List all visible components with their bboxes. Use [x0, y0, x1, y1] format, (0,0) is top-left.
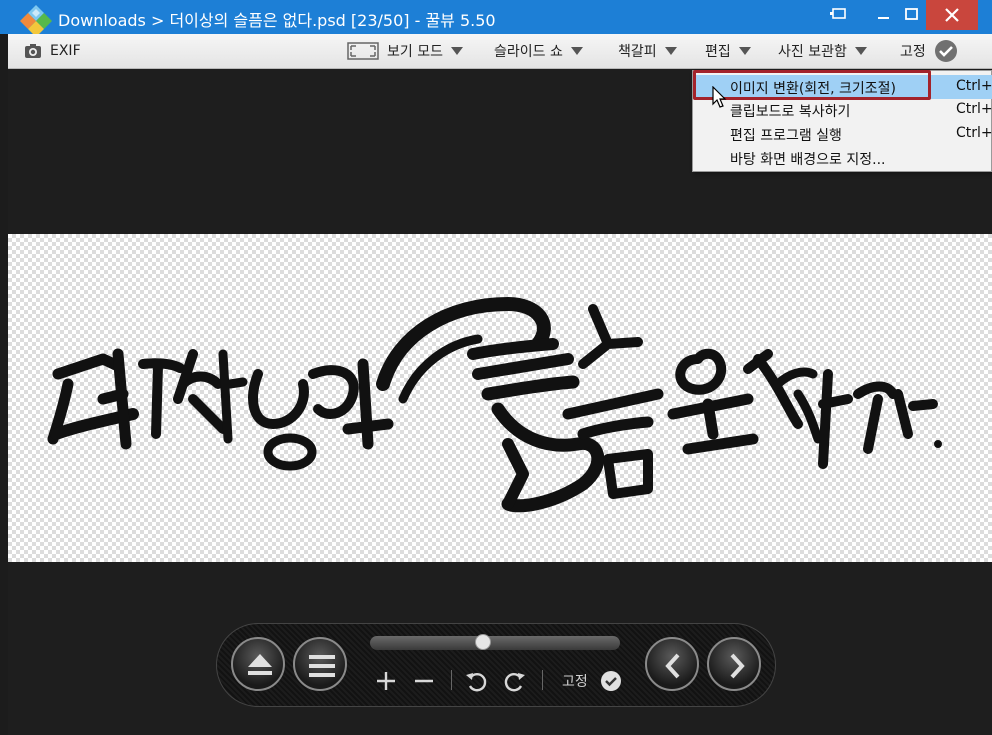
zoom-in-icon[interactable]: [374, 670, 398, 692]
slideshow-label: 슬라이드 쇼: [494, 44, 563, 60]
separator: [542, 670, 543, 690]
menu-button[interactable]: [293, 637, 347, 691]
hamburger-menu-icon: [309, 655, 335, 677]
view-mode-label: 보기 모드: [387, 44, 443, 60]
rotate-right-icon[interactable]: [503, 669, 527, 693]
menu-item-label: 클립보드로 복사하기: [730, 104, 851, 120]
eject-icon: [248, 654, 272, 675]
chevron-down-icon: [738, 47, 751, 55]
menu-item-shortcut: Ctrl+: [956, 125, 992, 141]
check-circle-icon[interactable]: [600, 670, 622, 692]
menu-item-shortcut: Ctrl+C: [956, 101, 992, 117]
bookmark-menu[interactable]: 책갈피: [618, 34, 677, 68]
app-logo-icon: [20, 5, 52, 36]
check-circle-icon: [934, 40, 957, 62]
menu-item-label: 편집 프로그램 실행: [730, 128, 842, 144]
chevron-right-icon: [730, 653, 745, 679]
rotate-left-icon[interactable]: [464, 669, 488, 693]
chevron-down-icon: [450, 47, 463, 55]
exif-button[interactable]: EXIF: [24, 34, 81, 68]
menu-item-set-wallpaper[interactable]: 바탕 화면 배경으로 지정...: [693, 146, 992, 170]
zoom-slider[interactable]: [370, 636, 620, 650]
fullscreen-icon: [347, 42, 379, 60]
panel-pin-label: 고정: [562, 674, 588, 690]
chevron-left-icon: [665, 653, 680, 679]
slideshow-menu[interactable]: 슬라이드 쇼: [494, 34, 583, 68]
close-button[interactable]: [926, 0, 978, 30]
next-button[interactable]: [707, 637, 761, 691]
toolbar: EXIF 보기 모드 슬라이드 쇼 책갈피 편집 사진 보관함 고정: [8, 34, 992, 69]
eject-button[interactable]: [231, 637, 285, 691]
chevron-down-icon: [664, 47, 677, 55]
previous-button[interactable]: [645, 637, 699, 691]
photo-storage-menu[interactable]: 사진 보관함: [778, 34, 867, 68]
zoom-out-icon[interactable]: [412, 670, 436, 692]
menu-item-copy-clipboard[interactable]: 클립보드로 복사하기 Ctrl+C: [693, 98, 992, 122]
maximize-button[interactable]: [898, 0, 926, 30]
bookmark-label: 책갈피: [618, 44, 657, 60]
exif-label: EXIF: [50, 43, 81, 59]
separator: [451, 670, 452, 690]
window-pin-icon[interactable]: [828, 0, 850, 30]
annotation-highlight-box: [693, 70, 931, 100]
title-bar: Downloads > 더이상의 슬픔은 없다.psd [23/50] - 꿀뷰…: [0, 0, 992, 36]
camera-icon: [25, 44, 41, 58]
minimize-button[interactable]: [870, 0, 898, 30]
window-title: Downloads > 더이상의 슬픔은 없다.psd [23/50] - 꿀뷰…: [58, 11, 496, 30]
mouse-cursor-icon: [712, 86, 727, 108]
menu-item-shortcut: Ctrl+: [956, 78, 992, 94]
calligraphy-image: [47, 297, 942, 513]
edit-label: 편집: [705, 44, 731, 60]
edit-menu[interactable]: 편집: [705, 34, 751, 68]
pin-toggle[interactable]: 고정: [900, 34, 958, 68]
view-mode-menu[interactable]: 보기 모드: [347, 34, 463, 68]
chevron-down-icon: [854, 47, 867, 55]
menu-item-label: 바탕 화면 배경으로 지정...: [730, 152, 886, 168]
photo-storage-label: 사진 보관함: [778, 44, 847, 60]
chevron-down-icon: [570, 47, 583, 55]
pin-label: 고정: [900, 44, 926, 60]
menu-item-open-editor[interactable]: 편집 프로그램 실행 Ctrl+: [693, 122, 992, 146]
